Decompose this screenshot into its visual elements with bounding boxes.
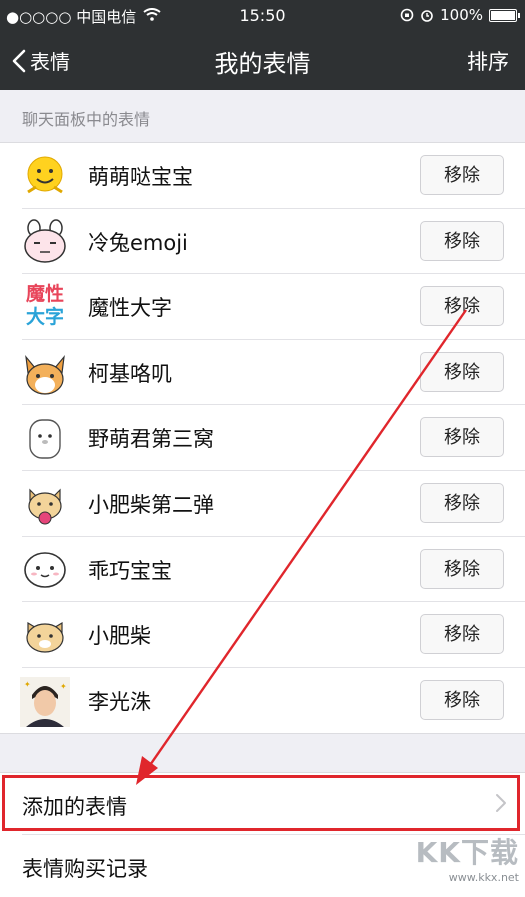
purchase-history-label: 表情购买记录 [22,857,148,881]
sticker-list: 萌萌哒宝宝 移除 冷兔emoji 移除 魔性 大字 魔性大字 移除 柯基咯叽 移… [0,142,525,735]
page-title: 我的表情 [214,50,311,78]
sticker-name: 萌萌哒宝宝 [88,165,193,189]
remove-button[interactable]: 移除 [420,679,504,720]
remove-button[interactable]: 移除 [420,482,504,523]
watermark-logo: KK下载 [415,836,519,869]
sticker-row: 柯基咯叽 移除 [0,340,525,406]
rabbit-sticker-icon [24,218,66,263]
svg-text:✦: ✦ [60,682,67,691]
svg-text:✦: ✦ [24,680,31,689]
sticker-name: 李光洙 [88,689,151,714]
orientation-lock-icon [400,8,414,22]
big-text-sticker-icon: 魔性 大字 [25,283,64,329]
navigation-bar: 表情 我的表情 排序 [0,30,525,90]
sticker-row: 冷兔emoji 移除 [0,209,525,275]
remove-button[interactable]: 移除 [420,417,504,458]
sticker-row: 魔性 大字 魔性大字 移除 [0,274,525,340]
added-stickers-row[interactable]: 添加的表情 [0,773,525,835]
watermark-url: www.kkx.net [448,871,519,884]
corgi-sticker-icon [25,354,65,395]
shiba-sticker-icon [28,488,62,525]
sticker-name: 小肥柴第二弹 [88,492,214,517]
remove-button[interactable]: 移除 [420,548,504,589]
person-sticker-icon: ✦ ✦ [20,676,70,727]
sticker-row: 小肥柴 移除 [0,602,525,668]
sticker-row: 小肥柴第二弹 移除 [0,471,525,537]
remove-button[interactable]: 移除 [420,220,504,261]
sticker-name: 魔性大字 [88,296,172,321]
remove-button[interactable]: 移除 [420,286,504,327]
shiba-sticker-icon [26,622,64,653]
sticker-name: 乖巧宝宝 [88,558,172,583]
remove-button[interactable]: 移除 [420,614,504,655]
alarm-icon [421,10,433,22]
added-stickers-label: 添加的表情 [22,795,127,819]
remove-button[interactable]: 移除 [420,155,504,195]
sticker-row: 萌萌哒宝宝 移除 [0,143,525,209]
chevron-right-icon [496,794,506,812]
sort-button[interactable]: 排序 [467,46,509,76]
watermark: KK下载 www.kkx.net [416,831,519,884]
bear-sticker-icon [29,419,61,460]
sticker-name: 柯基咯叽 [88,361,172,386]
baby-sticker-icon [24,551,66,588]
sticker-row: 野萌君第三窝 移除 [0,405,525,471]
sticker-row: ✦ ✦ 李光洙 移除 [0,668,525,734]
smiley-sticker-icon [27,156,63,194]
status-bar: ●○○○○ 中国电信 15:50 100% [0,0,525,30]
sticker-name: 冷兔emoji [88,230,188,255]
sticker-row: 乖巧宝宝 移除 [0,537,525,603]
battery-percent: 100% [440,6,483,24]
sticker-name: 野萌君第三窝 [88,427,214,452]
section-header: 聊天面板中的表情 [22,110,151,129]
remove-button[interactable]: 移除 [420,351,504,392]
sticker-name: 小肥柴 [88,624,151,649]
battery-icon [489,8,520,22]
